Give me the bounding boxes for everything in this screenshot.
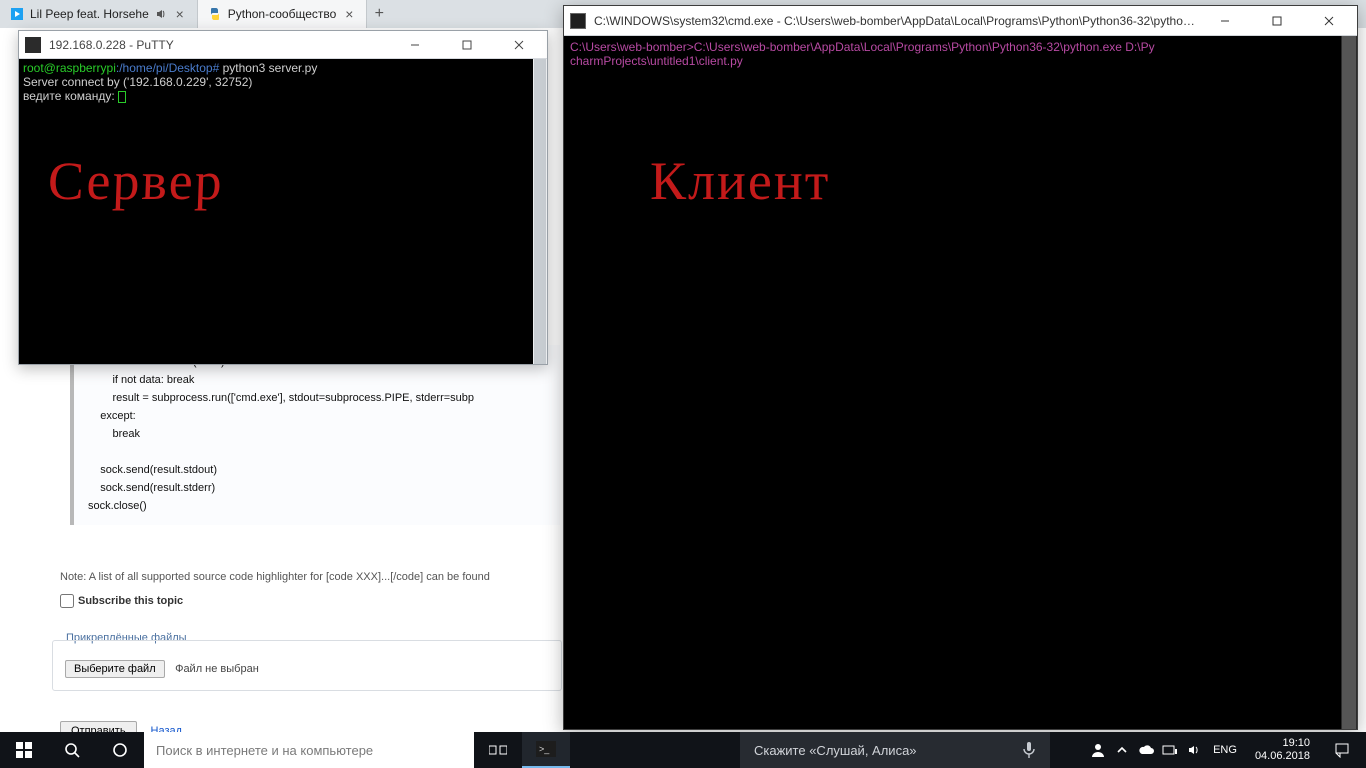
svg-text:>_: >_ [539, 744, 550, 754]
language-indicator[interactable]: ENG [1209, 744, 1241, 756]
subscribe-label: Subscribe this topic [78, 595, 183, 607]
terminal-line: Server connect by ('192.168.0.229', 3275… [23, 75, 529, 89]
code-block: data = sock.recv(1024) if not data: brea… [70, 345, 560, 525]
prompt-path: :/home/pi/Desktop# [116, 61, 219, 75]
cortana-circle-icon[interactable] [96, 732, 144, 768]
subscribe-checkbox[interactable] [60, 594, 74, 608]
taskbar-app-terminal[interactable]: >_ [522, 732, 570, 768]
taskview-button[interactable] [474, 732, 522, 768]
putty-titlebar[interactable]: 192.168.0.228 - PuTTY [19, 31, 547, 59]
microphone-icon[interactable] [1022, 741, 1036, 759]
cmd-titlebar[interactable]: C:\WINDOWS\system32\cmd.exe - C:\Users\w… [564, 6, 1357, 36]
minimize-button[interactable] [393, 31, 437, 59]
cursor-icon [118, 91, 126, 103]
browser-tab-1[interactable]: Lil Peep feat. Horsehe × [0, 0, 198, 28]
cmd-icon [570, 13, 586, 29]
volume-icon[interactable] [1185, 741, 1203, 759]
cmd-title: C:\WINDOWS\system32\cmd.exe - C:\Users\w… [594, 14, 1195, 28]
terminal-line: charmProjects\untitled1\client.py [570, 54, 1335, 68]
terminal-line: ведите команду: [23, 89, 118, 103]
clock-time: 19:10 [1282, 737, 1310, 750]
maximize-button[interactable] [1255, 7, 1299, 35]
code-content: data = sock.recv(1024) if not data: brea… [88, 353, 546, 515]
highlighter-note: Note: A list of all supported source cod… [60, 571, 490, 583]
tab-label: Python-сообщество [228, 7, 337, 21]
close-icon[interactable]: × [173, 7, 187, 21]
close-button[interactable] [1307, 7, 1351, 35]
taskbar: Поиск в интернете и на компьютере >_ Ска… [0, 732, 1366, 768]
maximize-button[interactable] [445, 31, 489, 59]
attachments-fieldset: Выберите файл Файл не выбран [52, 640, 562, 691]
cmd-terminal[interactable]: C:\Users\web-bomber>C:\Users\web-bomber\… [564, 36, 1341, 729]
putty-title: 192.168.0.228 - PuTTY [49, 38, 385, 52]
taskbar-clock[interactable]: 19:10 04.06.2018 [1247, 737, 1318, 763]
close-icon[interactable]: × [342, 7, 356, 21]
onedrive-icon[interactable] [1137, 741, 1155, 759]
taskbar-spacer [570, 732, 740, 768]
handwriting-client: Клиент [650, 150, 830, 212]
network-icon[interactable] [1161, 741, 1179, 759]
putty-scrollbar[interactable] [533, 59, 547, 364]
search-placeholder: Поиск в интернете и на компьютере [156, 743, 373, 758]
minimize-button[interactable] [1203, 7, 1247, 35]
tab-label: Lil Peep feat. Horsehe [30, 7, 149, 21]
subscribe-row: Subscribe this topic [60, 594, 183, 608]
cmd-window[interactable]: C:\WINDOWS\system32\cmd.exe - C:\Users\w… [563, 5, 1358, 730]
alice-search-bar[interactable]: Скажите «Слушай, Алиса» [740, 732, 1050, 768]
python-icon [208, 7, 222, 21]
file-status: Файл не выбран [175, 663, 259, 675]
cmd-scrollbar[interactable] [1341, 36, 1357, 729]
new-tab-button[interactable]: + [367, 2, 391, 26]
alice-placeholder: Скажите «Слушай, Алиса» [754, 743, 917, 758]
play-icon [10, 7, 24, 21]
search-icon-button[interactable] [48, 732, 96, 768]
close-button[interactable] [497, 31, 541, 59]
clock-date: 04.06.2018 [1255, 750, 1310, 763]
audio-icon[interactable] [155, 8, 167, 20]
handwriting-server: Сервер [47, 150, 225, 212]
system-tray: ENG 19:10 04.06.2018 [1083, 732, 1366, 768]
browser-tab-2[interactable]: Python-сообщество × [198, 0, 368, 28]
people-icon[interactable] [1089, 741, 1107, 759]
terminal-line: C:\Users\web-bomber>C:\Users\web-bomber\… [570, 40, 1335, 54]
tray-chevron-up-icon[interactable] [1113, 741, 1131, 759]
choose-file-button[interactable]: Выберите файл [65, 660, 165, 678]
action-center-icon[interactable] [1324, 742, 1360, 758]
taskbar-search-input[interactable]: Поиск в интернете и на компьютере [144, 732, 474, 768]
putty-icon [25, 37, 41, 53]
prompt-user: root@raspberrypi [23, 61, 116, 75]
prompt-cmd: python3 server.py [219, 61, 317, 75]
start-button[interactable] [0, 732, 48, 768]
